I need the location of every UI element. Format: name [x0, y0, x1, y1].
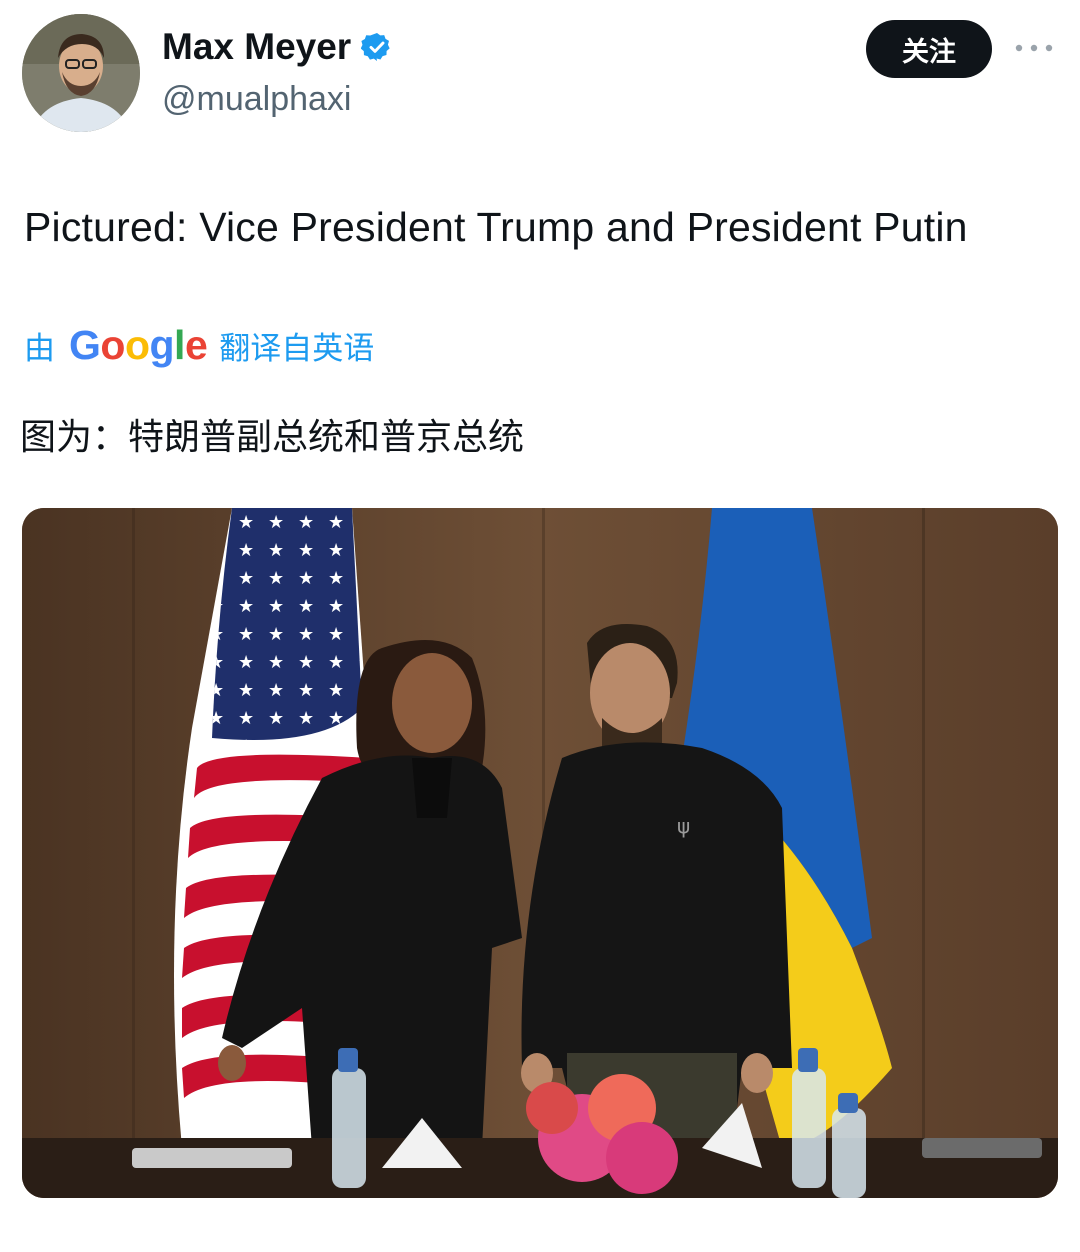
more-horizontal-icon [1015, 44, 1053, 52]
author-display-name[interactable]: Max Meyer [162, 26, 351, 68]
translated-from-english-link[interactable]: 翻译自英语 [219, 323, 374, 368]
google-logo-letter: o [100, 322, 125, 368]
google-logo-letter: l [174, 322, 185, 368]
translation-attribution[interactable]: 由 Google 翻译自英语 [24, 322, 374, 369]
more-options-button[interactable] [1012, 30, 1056, 66]
photo-image: ★ [22, 508, 1058, 1198]
svg-text:ψ: ψ [677, 814, 690, 838]
google-logo-letter: e [184, 322, 208, 368]
verified-badge-icon [361, 33, 390, 61]
google-logo: Google [69, 322, 208, 369]
tweet-text: Pictured: Vice President Trump and Presi… [24, 204, 968, 250]
google-logo-letter: G [69, 322, 101, 368]
author-handle[interactable]: @mualphaxi [162, 80, 352, 119]
author-avatar[interactable] [22, 14, 140, 132]
tweet-header: Max Meyer @mualphaxi 关注 [0, 0, 1080, 140]
author-name-row: Max Meyer [162, 26, 393, 68]
translated-tweet-text: 图为：特朗普副总统和普京总统 [20, 417, 525, 458]
tweet-photo[interactable]: ★ [22, 508, 1058, 1198]
translation-by-label: 由 [24, 331, 55, 367]
google-logo-letter: g [149, 322, 175, 368]
google-logo-letter: o [124, 322, 150, 368]
avatar-image [22, 14, 140, 132]
follow-button[interactable]: 关注 [866, 20, 992, 78]
